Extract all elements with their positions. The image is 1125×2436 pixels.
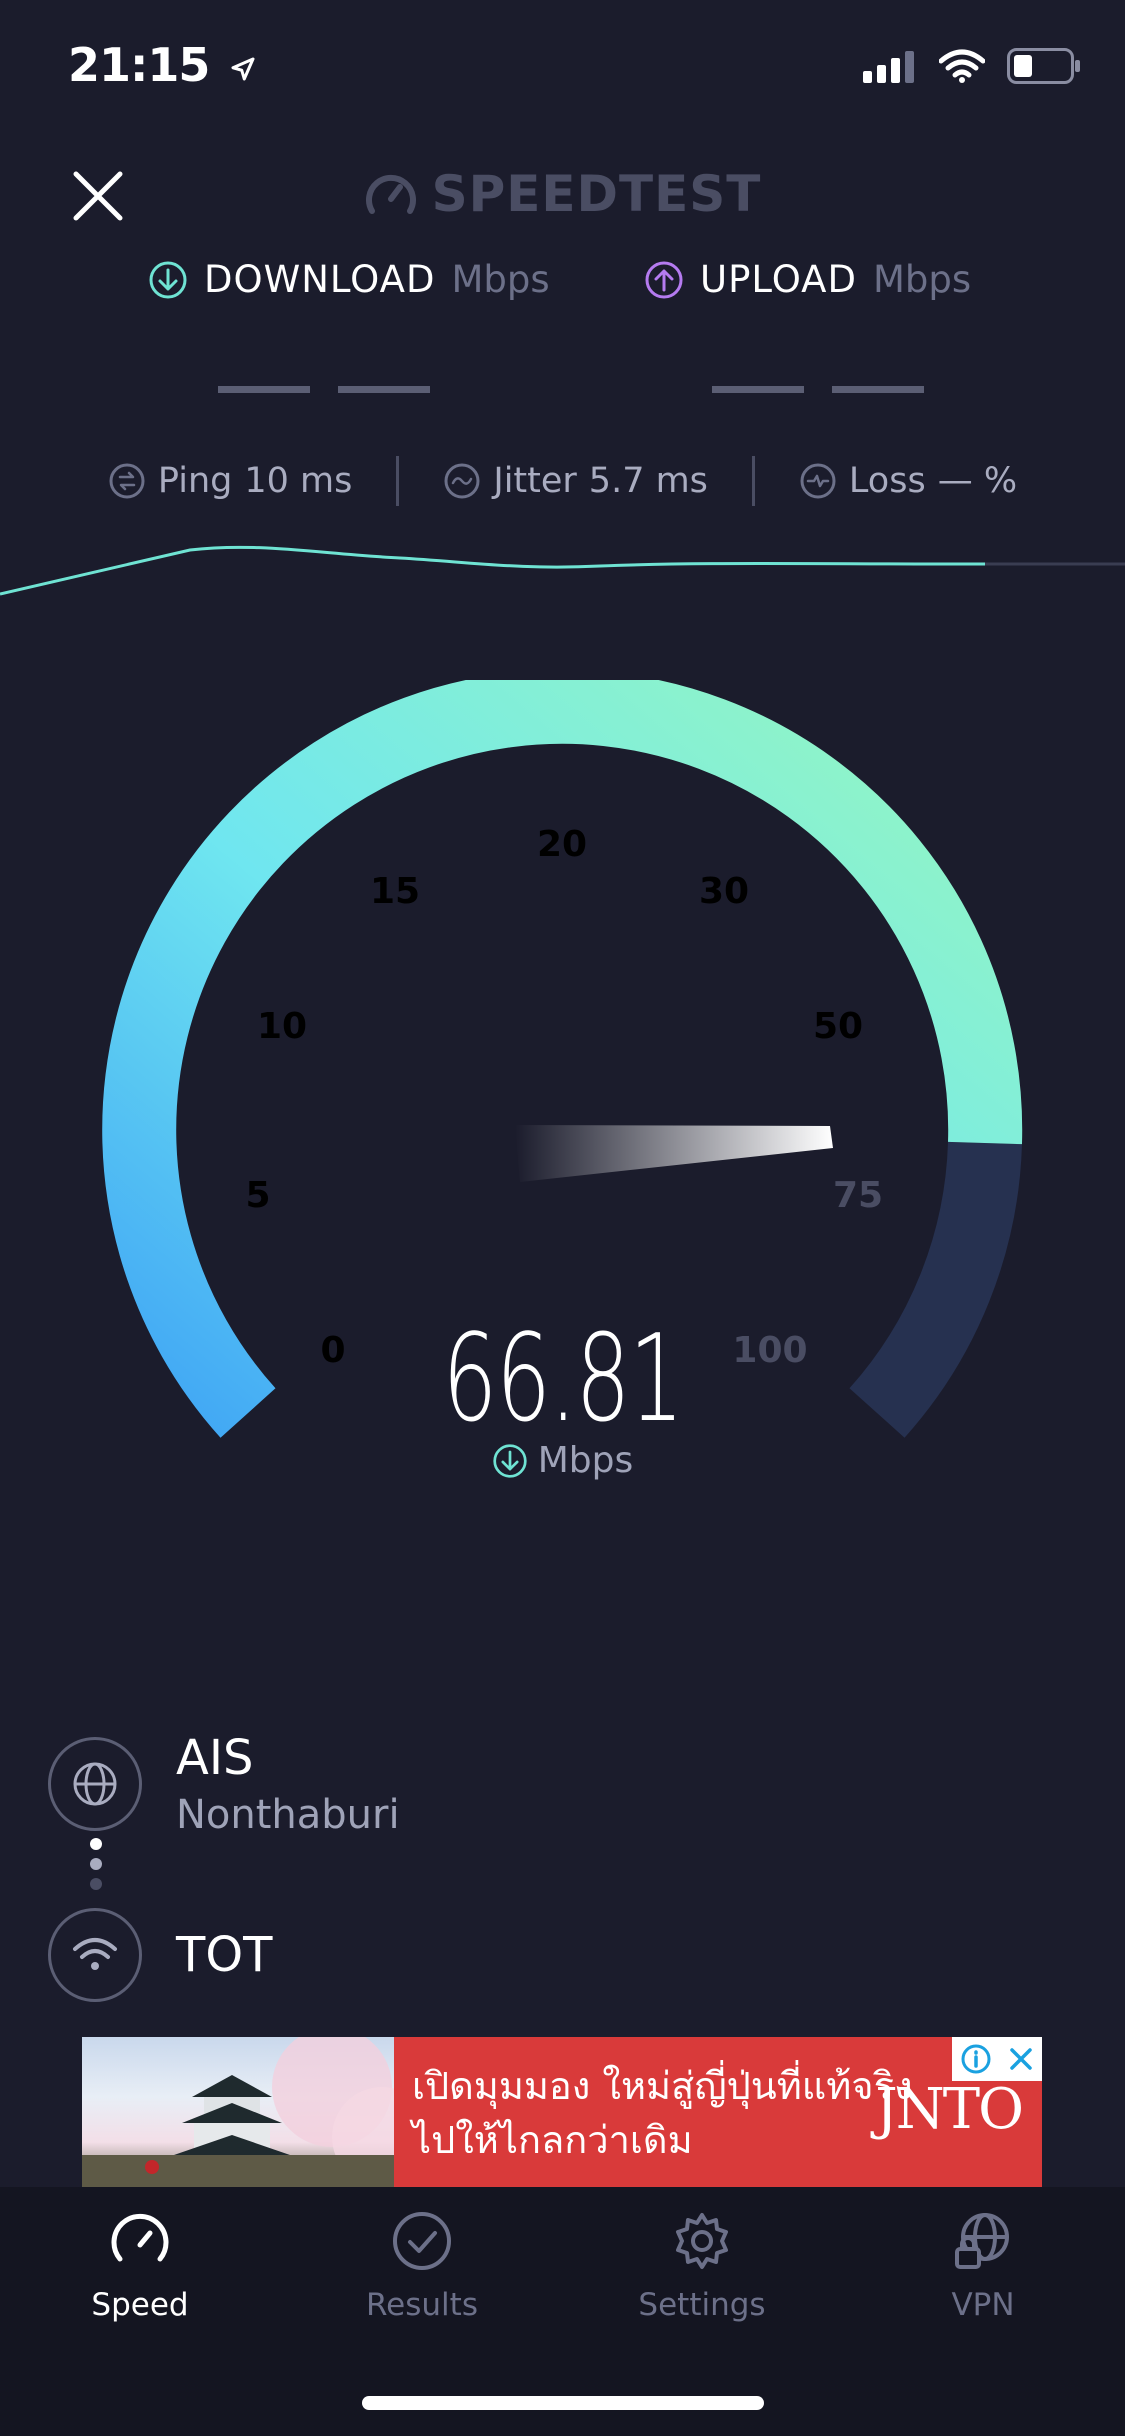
download-placeholder-dash [338, 386, 430, 393]
jitter-icon [444, 463, 480, 499]
signal-icon [863, 51, 914, 83]
vpn-globe-lock-icon [955, 2213, 1009, 2269]
gauge-needle [515, 1125, 833, 1182]
gauge-tick-30: 30 [699, 871, 749, 912]
download-icon [493, 1443, 527, 1478]
current-speed-value: 66.81 [442, 1310, 684, 1449]
server-location: Nonthaburi [176, 1792, 400, 1838]
ad-castle-image [82, 2037, 432, 2187]
isp-info: TOT [48, 1908, 272, 2002]
tab-speed[interactable]: Speed [50, 2209, 230, 2323]
stats-row: Ping 10 ms Jitter 5.7 ms Loss — % [0, 456, 1125, 506]
gauge-tick-5: 5 [245, 1175, 270, 1216]
isp-name: TOT [176, 1927, 273, 1983]
upload-metric: UPLOAD Mbps [644, 258, 971, 301]
upload-unit: Mbps [872, 258, 972, 301]
speedometer-icon [111, 2213, 169, 2262]
globe-icon [73, 1762, 117, 1806]
tab-settings[interactable]: Settings [612, 2209, 792, 2323]
current-speed-unit: Mbps [0, 1440, 1125, 1481]
download-unit: Mbps [451, 258, 550, 301]
ad-banner[interactable]: เปิดมุมมอง ใหม่สู่ญี่ปุ่นที่แท้จริง ไปให… [82, 2037, 1042, 2187]
gauge-progress-arc [102, 680, 1023, 1438]
ad-text: เปิดมุมมอง ใหม่สู่ญี่ปุ่นที่แท้จริง ไปให… [412, 2064, 913, 2162]
gauge-tick-15: 15 [370, 871, 420, 912]
upload-icon [645, 261, 683, 298]
gear-icon [676, 2213, 728, 2269]
loss-stat: Loss — % [755, 461, 1061, 501]
ad-brand-logo: JNTO [875, 2077, 1024, 2142]
upload-label: UPLOAD [700, 258, 857, 301]
server-provider: AIS [176, 1730, 254, 1786]
wifi-icon [939, 49, 985, 83]
loss-icon [800, 463, 836, 499]
upload-placeholder-dash [832, 386, 924, 393]
upload-placeholder-dash [712, 386, 804, 393]
ad-close-icon[interactable] [1007, 2045, 1035, 2073]
gauge-tick-20: 20 [537, 824, 587, 865]
location-arrow-icon [231, 57, 255, 80]
wifi-icon [73, 1938, 117, 1970]
speedtest-logo-icon [365, 174, 416, 214]
checkmark-circle-icon [393, 2212, 451, 2270]
connection-dots [90, 1838, 102, 1890]
ad-controls[interactable] [952, 2037, 1042, 2081]
tab-vpn[interactable]: VPN [893, 2209, 1073, 2323]
jitter-stat: Jitter 5.7 ms [399, 461, 752, 501]
speed-graph [0, 545, 1125, 596]
server-info[interactable]: AIS Nonthaburi [48, 1730, 400, 1838]
download-icon [149, 261, 187, 298]
server-globe-badge [48, 1737, 142, 1831]
download-placeholder-dash [218, 386, 310, 393]
speedtest-logo: SPEEDTEST [0, 165, 1125, 223]
ad-photo [82, 2037, 432, 2187]
status-icons [863, 48, 1081, 84]
download-metric: DOWNLOAD Mbps [148, 258, 550, 301]
isp-wifi-badge [48, 1908, 142, 2002]
gauge-tick-50: 50 [813, 1006, 863, 1047]
home-indicator[interactable] [362, 2396, 764, 2410]
status-time: 21:15 [68, 38, 258, 92]
tab-results[interactable]: Results [332, 2209, 512, 2323]
download-label: DOWNLOAD [204, 258, 436, 301]
ping-icon [109, 463, 145, 499]
ping-stat: Ping 10 ms [64, 461, 396, 501]
ad-info-icon[interactable] [960, 2043, 992, 2075]
battery-icon [1007, 48, 1080, 84]
gauge-tick-75: 75 [833, 1175, 883, 1216]
gauge-tick-10: 10 [257, 1006, 307, 1047]
